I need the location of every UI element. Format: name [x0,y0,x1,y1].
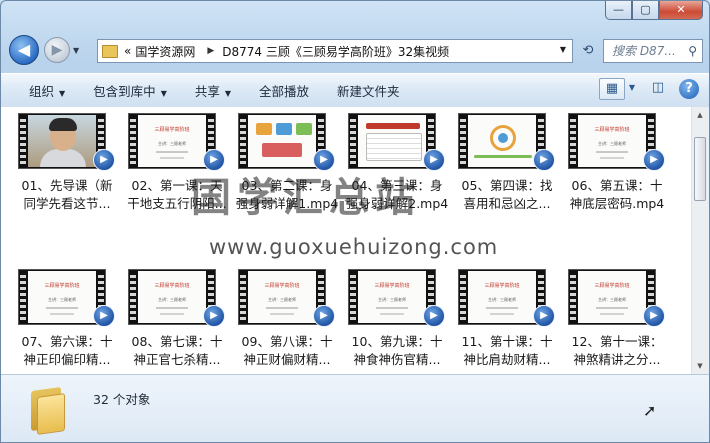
folder-icon [102,44,118,58]
play-all-button[interactable]: 全部播放 [259,81,309,100]
recent-pages-dropdown-icon[interactable]: ▼ [73,46,79,55]
chevron-down-icon: ▼ [224,89,232,98]
address-dropdown-icon[interactable]: ▼ [560,45,566,54]
thumbnail-frame [28,115,96,167]
scroll-down-icon[interactable]: ▼ [695,362,705,370]
vertical-scrollbar[interactable]: ▲ ▼ [691,107,709,374]
toolbar-label: 全部播放 [259,84,310,99]
media-player-icon: ▶ [533,305,555,327]
back-button[interactable]: ◀ [9,35,39,65]
scrollbar-thumb[interactable] [694,137,706,201]
include-in-library-menu[interactable]: 包含到库中 ▼ [93,81,167,100]
mouse-cursor-icon: ➚ [643,401,657,420]
watermark-url: www.guoxuehuizong.com [209,235,499,259]
file-name: 10、第九课：十 神食神伤官精... [351,334,443,367]
search-placeholder: 搜索 D87... [612,44,676,58]
search-icon[interactable]: ⚲ [688,40,697,62]
thumbnail-frame: 三顾易学高阶班 主讲：三顾老师 [138,115,206,167]
file-name: 12、第十一课： 神煞精讲之分... [571,334,663,367]
change-view-icon[interactable]: ▦ [599,78,625,100]
search-input[interactable]: 搜索 D87... ⚲ [603,39,703,63]
refresh-button[interactable]: ⟲ [577,39,599,63]
file-name: 06、第五课：十 神底层密码.mp4 [569,178,665,211]
toolbar-label: 共享 [194,84,220,99]
media-player-icon: ▶ [93,305,115,327]
file-name: 08、第七课：十 神正官七杀精... [131,334,223,367]
thumbnail-frame: 三顾易学高阶班 主讲：三顾老师 [28,271,96,323]
watermark-text: 国学汇总站 [191,175,421,221]
file-name: 07、第六课：十 神正印偏印精... [21,334,113,367]
media-player-icon: ▶ [423,149,445,171]
caption-buttons: — ▢ ✕ [605,1,703,20]
file-name: 09、第八课：十 神正财偏财精... [241,334,333,367]
thumbnail-frame [248,115,316,167]
preview-pane-icon[interactable]: ◫ [647,78,669,100]
view-options-dropdown-icon[interactable]: ▼ [627,78,637,100]
forward-arrow-icon: ▶ [51,42,63,58]
media-player-icon: ▶ [423,305,445,327]
file-name: 11、第十课：十 神比肩劫财精... [461,334,553,367]
breadcrumb-separator-icon[interactable]: ▶ [207,46,214,56]
minimize-button[interactable]: — [605,1,632,20]
thumbnail-frame: 三顾易学高阶班 主讲：三顾老师 [248,271,316,323]
thumbnail-frame [358,115,426,167]
scroll-up-icon[interactable]: ▲ [695,111,705,119]
navigation-bar: ◀ ▶ ▼ « 国学资源网 ▶ D8774 三顾《三顾易学高阶班》32集视频 ▼… [9,34,703,68]
back-arrow-icon: ◀ [17,40,31,59]
thumbnail-frame: 三顾易学高阶班 主讲：三顾老师 [138,271,206,323]
details-pane: 32 个对象 ➚ [1,374,709,442]
thumbnail-frame: 三顾易学高阶班 主讲：三顾老师 [468,271,536,323]
media-player-icon: ▶ [643,305,665,327]
maximize-button[interactable]: ▢ [632,1,659,20]
chevron-down-icon: ▼ [59,89,66,98]
toolbar-right-group: ▦ ▼ ◫ ? [589,78,699,100]
help-icon[interactable]: ? [679,79,699,99]
address-bar[interactable]: « 国学资源网 ▶ D8774 三顾《三顾易学高阶班》32集视频 ▼ [97,39,573,63]
toolbar-label: 组织 [29,84,55,99]
refresh-icon: ⟲ [582,43,594,58]
thumbnail-frame: 三顾易学高阶班 主讲：三顾老师 [578,115,646,167]
thumbnail-frame: 三顾易学高阶班 主讲：三顾老师 [578,271,646,323]
file-name: 05、第四课：找 喜用和忌凶之... [461,178,553,211]
command-bar: 组织 ▼ 包含到库中 ▼ 共享 ▼ 全部播放 新建文件夹 ▦ ▼ ◫ ? [1,73,709,108]
share-menu[interactable]: 共享 ▼ [195,81,231,100]
new-folder-button[interactable]: 新建文件夹 [337,81,400,100]
media-player-icon: ▶ [313,305,335,327]
thumbnail-frame [468,115,536,167]
media-player-icon: ▶ [203,305,225,327]
toolbar-label: 新建文件夹 [337,84,400,99]
media-player-icon: ▶ [643,149,665,171]
thumbnail-frame: 三顾易学高阶班 主讲：三顾老师 [358,271,426,323]
item-count: 32 个对象 [93,392,151,407]
toolbar-label: 包含到库中 [93,84,156,99]
close-button[interactable]: ✕ [659,1,703,20]
breadcrumb-overflow[interactable]: « [124,44,131,58]
organize-menu[interactable]: 组织 ▼ [29,81,65,100]
breadcrumb-item[interactable]: D8774 三顾《三顾易学高阶班》32集视频 [222,43,449,60]
file-name: 01、先导课（新 同学先看这节... [21,178,113,211]
forward-button[interactable]: ▶ [44,37,70,63]
explorer-window: — ▢ ✕ ◀ ▶ ▼ « 国学资源网 ▶ D8774 三顾《三顾易学高阶班》3… [0,0,710,443]
folder-icon [29,386,67,435]
file-list: 三顾易学高阶班 主讲：三顾老师 ▶ 12、第十一课： 神煞精讲之分... 三顾易学高阶班… [1,107,709,374]
chevron-down-icon: ▼ [160,89,167,98]
media-player-icon: ▶ [533,149,555,171]
media-player-icon: ▶ [93,149,115,171]
breadcrumb-item[interactable]: 国学资源网 [135,43,195,60]
